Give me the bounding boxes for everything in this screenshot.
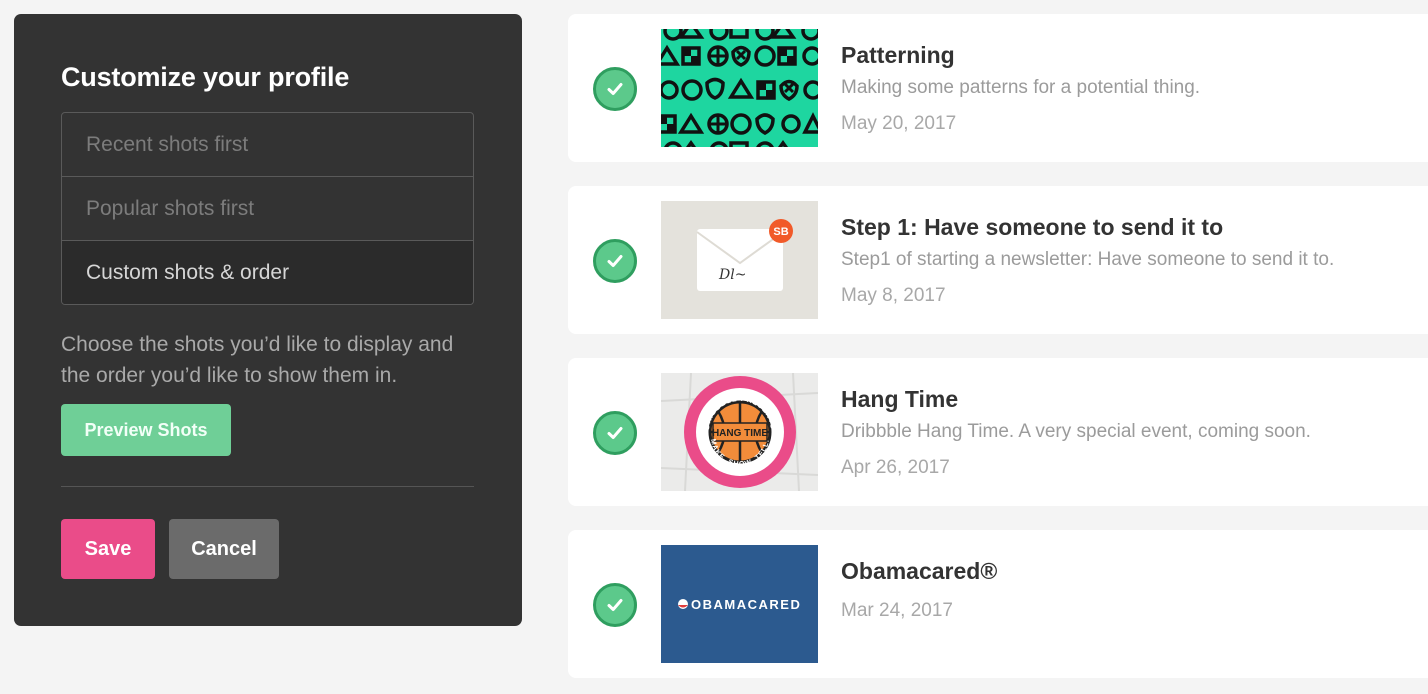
pattern-thumbnail <box>661 29 818 147</box>
panel-divider <box>61 486 474 487</box>
shot-title: Step 1: Have someone to send it to <box>841 214 1224 240</box>
obamacared-thumbnail: OBAMACARED <box>661 545 818 663</box>
check-icon[interactable] <box>593 583 637 627</box>
shot-card[interactable]: HANG TIME DRIBBBLE PRESENTS MAKE. SHOW. … <box>568 358 1428 506</box>
shot-title: Patterning <box>841 42 955 68</box>
hang-time-thumbnail: HANG TIME DRIBBBLE PRESENTS MAKE. SHOW. … <box>661 373 818 491</box>
shot-date: Mar 24, 2017 <box>841 600 953 621</box>
customize-profile-panel: Customize your profile Recent shots firs… <box>14 14 522 626</box>
sort-options-list: Recent shots first Popular shots first C… <box>61 112 474 305</box>
signature-text: Dl~ <box>718 267 746 283</box>
cancel-button[interactable]: Cancel <box>169 519 279 579</box>
option-custom-shots[interactable]: Custom shots & order <box>62 241 473 304</box>
logo-text: OBAMACARED <box>691 597 801 612</box>
check-icon[interactable] <box>593 239 637 283</box>
shot-date: May 20, 2017 <box>841 113 957 134</box>
check-icon[interactable] <box>593 411 637 455</box>
shot-title: Obamacared® <box>841 558 998 584</box>
save-button[interactable]: Save <box>61 519 155 579</box>
envelope-thumbnail: SB Dl~ <box>661 201 818 319</box>
check-icon[interactable] <box>593 67 637 111</box>
preview-shots-button[interactable]: Preview Shots <box>61 404 231 456</box>
shot-date: May 8, 2017 <box>841 285 946 306</box>
shot-title: Hang Time <box>841 386 959 412</box>
shot-date: Apr 26, 2017 <box>841 457 950 478</box>
shot-description: Step1 of starting a newsletter: Have som… <box>841 249 1335 270</box>
panel-title: Customize your profile <box>61 62 350 92</box>
shot-description: Making some patterns for a potential thi… <box>841 77 1201 98</box>
shot-card[interactable]: SB Dl~ Step 1: Have someone to send it t… <box>568 186 1428 334</box>
panel-description: Choose the shots you’d like to display a… <box>61 333 454 387</box>
badge-text: SB <box>773 226 788 238</box>
shot-description: Dribbble Hang Time. A very special event… <box>841 421 1311 442</box>
shot-card[interactable]: OBAMACARED Obamacared® Mar 24, 2017 <box>568 530 1428 678</box>
badge-center-text: HANG TIME <box>712 428 768 439</box>
option-popular-shots[interactable]: Popular shots first <box>62 177 473 241</box>
option-recent-shots[interactable]: Recent shots first <box>62 113 473 177</box>
shot-card[interactable]: Patterning Making some patterns for a po… <box>568 14 1428 162</box>
